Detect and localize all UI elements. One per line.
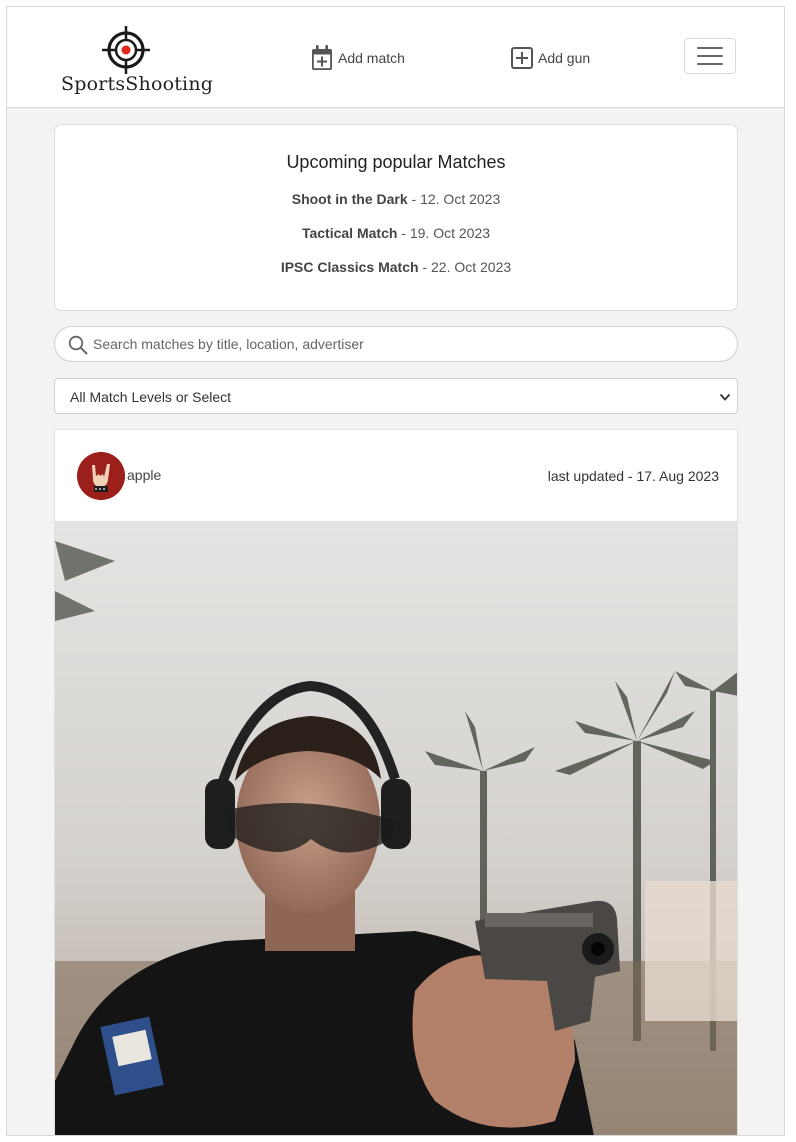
upcoming-match-item[interactable]: Tactical Match - 19. Oct 2023 — [55, 225, 737, 241]
site-logo[interactable]: SportsShooting — [61, 25, 214, 97]
match-level-selected: All Match Levels or Select — [70, 389, 232, 405]
rock-hand-avatar-icon — [77, 452, 125, 500]
add-gun-link[interactable]: Add gun — [511, 45, 590, 71]
last-updated: last updated - 17. Aug 2023 — [547, 468, 719, 484]
match-date: - 19. Oct 2023 — [397, 225, 491, 241]
upcoming-match-item[interactable]: IPSC Classics Match - 22. Oct 2023 — [55, 259, 737, 275]
search-bar — [54, 326, 738, 362]
hamburger-menu-icon — [697, 47, 723, 65]
author-avatar[interactable] — [77, 452, 125, 500]
logo-wordmark: SportsShooting — [61, 73, 214, 95]
upcoming-match-item[interactable]: Shoot in the Dark - 12. Oct 2023 — [55, 191, 737, 207]
match-photo — [55, 521, 737, 1135]
match-post-card[interactable]: apple last updated - 17. Aug 2023 — [54, 429, 738, 1135]
add-gun-label: Add gun — [538, 50, 591, 66]
add-match-link[interactable]: Add match — [311, 45, 405, 71]
author-name[interactable]: apple — [127, 467, 161, 483]
search-icon — [68, 335, 88, 355]
upcoming-matches-card: Upcoming popular Matches Shoot in the Da… — [54, 124, 738, 311]
page-frame: SportsShooting Add match Add gun Upcomin… — [6, 6, 785, 1136]
chevron-down-icon — [719, 393, 731, 401]
upcoming-title: Upcoming popular Matches — [286, 152, 506, 172]
match-name: Shoot in the Dark — [291, 191, 408, 207]
calendar-plus-icon — [312, 45, 332, 70]
match-level-select[interactable]: All Match Levels or Select — [54, 378, 738, 414]
match-date: - 12. Oct 2023 — [407, 191, 501, 207]
add-match-label: Add match — [338, 50, 405, 66]
match-name: IPSC Classics Match — [280, 259, 419, 275]
shooter-aiming-pistol-photo[interactable] — [55, 521, 737, 1135]
match-name: Tactical Match — [301, 225, 398, 241]
search-input[interactable] — [93, 327, 723, 361]
plus-square-icon — [511, 47, 533, 69]
crosshair-logo-icon — [102, 26, 150, 74]
menu-toggle-button[interactable] — [684, 38, 736, 74]
navbar: SportsShooting Add match Add gun — [7, 7, 784, 108]
match-date: - 22. Oct 2023 — [418, 259, 512, 275]
